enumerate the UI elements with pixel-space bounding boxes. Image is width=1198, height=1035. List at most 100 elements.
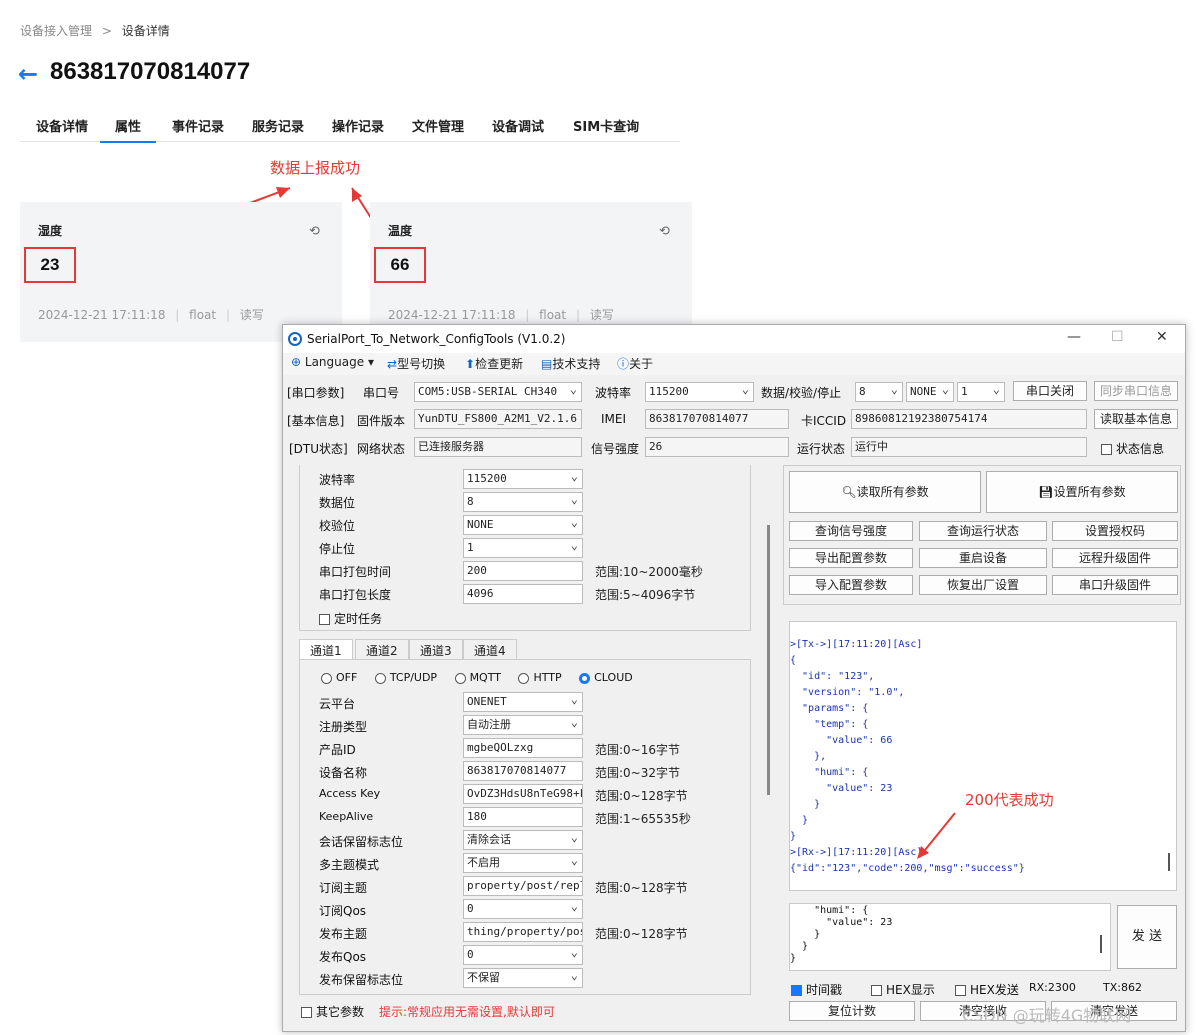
tab-event-records[interactable]: 事件记录 [172,116,224,135]
tab-operation-records[interactable]: 操作记录 [332,116,384,135]
stopbits-select[interactable]: 1 [957,382,1005,402]
maximize-icon[interactable]: ☐ [1111,329,1124,345]
tab-properties[interactable]: 属性 [100,116,156,143]
reboot-device-button[interactable]: 重启设备 [919,548,1047,568]
serial-parity-select[interactable]: NONE [463,515,583,535]
minimize-icon[interactable]: — [1067,329,1081,345]
breadcrumb: 设备接入管理 > 设备详情 [20,22,170,39]
publish-qos-select[interactable]: 0 [463,945,583,965]
import-config-button[interactable]: 导入配置参数 [789,575,913,595]
breadcrumb-current: 设备详情 [121,24,170,38]
menu-language[interactable]: ⊕ Language ▾ [291,355,374,369]
tab-device-debug[interactable]: 设备调试 [492,116,544,135]
sync-serial-button[interactable]: 同步串口信息 [1094,381,1178,401]
tab-channel-3[interactable]: 通道3 [409,639,463,659]
pack-time-label: 串口打包时间 [319,565,392,579]
multi-topic-select[interactable]: 不启用 [463,853,583,873]
radio-off[interactable]: OFF [321,671,357,684]
serial-data-label: 数据位 [319,496,356,510]
timestamp-checkbox[interactable]: 时间戳 [791,981,842,998]
query-run-status-button[interactable]: 查询运行状态 [919,521,1047,541]
back-arrow-icon[interactable]: ← [18,60,38,88]
left-scrollbar[interactable] [767,525,770,795]
access-key-input[interactable]: OvDZ3HdsU8nTeG98+k= [463,784,583,804]
serial-baud-select[interactable]: 115200 [463,469,583,489]
tab-channel-1[interactable]: 通道1 [299,639,353,659]
export-config-button[interactable]: 导出配置参数 [789,548,913,568]
baud-select[interactable]: 115200 [645,382,754,402]
set-auth-code-button[interactable]: 设置授权码 [1052,521,1178,541]
read-all-params-button[interactable]: 🔍︎读取所有参数 [789,471,981,513]
imei-label: IMEI [601,412,627,426]
databits-select[interactable]: 8 [855,382,903,402]
serial-close-button[interactable]: 串口关闭 [1013,381,1087,401]
config-tool-window: SerialPort_To_Network_ConfigTools (V1.0.… [282,324,1186,1032]
publish-topic-input[interactable]: thing/property/post [463,922,583,942]
channel-tabs: 通道1 通道2 通道3 通道4 [299,639,751,661]
history-icon[interactable]: ⟲ [659,224,670,239]
multi-topic-label: 多主题模式 [319,858,380,872]
tab-channel-2[interactable]: 通道2 [355,639,409,659]
access-key-label: Access Key [319,787,381,800]
session-flag-label: 会话保留标志位 [319,835,404,849]
pack-len-input[interactable]: 4096 [463,584,583,604]
property-card-humidity: 湿度 ⟲ 23 2024-12-21 17:11:18 | float | 读写 [20,202,342,342]
device-name-input[interactable]: 863817070814077 [463,761,583,781]
send-button[interactable]: 发 送 [1117,905,1177,969]
reset-count-button[interactable]: 复位计数 [789,1001,915,1021]
radio-tcp-udp[interactable]: TCP/UDP [374,671,437,684]
run-status-label: 运行状态 [797,442,846,456]
rx-count: RX:2300 [1029,981,1076,994]
window-title: SerialPort_To_Network_ConfigTools (V1.0.… [307,332,566,346]
menu-model-switch[interactable]: ⇄型号切换 [387,355,445,372]
serial-parity-label: 校验位 [319,519,356,533]
radio-http[interactable]: HTTP [518,671,562,684]
signal-label: 信号强度 [591,442,640,456]
log-scrollbar[interactable] [1168,853,1170,871]
tab-service-records[interactable]: 服务记录 [252,116,304,135]
tab-file-management[interactable]: 文件管理 [412,116,464,135]
session-flag-select[interactable]: 清除会话 [463,830,583,850]
pack-time-input[interactable]: 200 [463,561,583,581]
other-params-checkbox[interactable]: 其它参数 [301,1003,364,1020]
card-title: 湿度 [38,224,63,238]
subscribe-topic-input[interactable]: property/post/reply [463,876,583,896]
parity-select[interactable]: NONE [906,382,954,402]
reg-type-select[interactable]: 自动注册 [463,715,583,735]
hex-display-checkbox[interactable]: HEX显示 [871,981,935,998]
menu-check-update[interactable]: ⬆检查更新 [465,355,523,372]
serial-stop-select[interactable]: 1 [463,538,583,558]
publish-retain-select[interactable]: 不保留 [463,968,583,988]
pack-len-range: 范围:5~4096字节 [595,588,696,602]
read-basic-info-button[interactable]: 读取基本信息 [1094,409,1178,429]
set-all-params-button[interactable]: 💾︎设置所有参数 [986,471,1178,513]
query-signal-button[interactable]: 查询信号强度 [789,521,913,541]
port-select[interactable]: COM5:USB-SERIAL CH340 [414,382,582,402]
timer-task-checkbox[interactable]: 定时任务 [319,610,382,627]
status-info-checkbox[interactable]: 状态信息 [1101,440,1164,457]
tab-device-details[interactable]: 设备详情 [36,116,88,135]
send-scrollbar[interactable] [1100,935,1102,953]
subscribe-qos-select[interactable]: 0 [463,899,583,919]
menu-tech-support[interactable]: ▤技术支持 [541,355,600,372]
menu-about[interactable]: ⓘ关于 [617,355,653,372]
serial-data-select[interactable]: 8 [463,492,583,512]
remote-upgrade-button[interactable]: 远程升级固件 [1052,548,1178,568]
close-icon[interactable]: ✕ [1156,329,1168,345]
hex-send-checkbox[interactable]: HEX发送 [955,981,1019,998]
tab-channel-4[interactable]: 通道4 [463,639,517,659]
radio-cloud[interactable]: CLOUD [579,671,633,684]
history-icon[interactable]: ⟲ [309,224,320,239]
breadcrumb-parent[interactable]: 设备接入管理 [20,24,92,38]
card-type: float [189,308,217,322]
platform-select[interactable]: ONENET [463,692,583,712]
reg-type-label: 注册类型 [319,720,368,734]
tab-sim-query[interactable]: SIM卡查询 [573,116,639,135]
firmware-label: 固件版本 [357,414,406,428]
factory-reset-button[interactable]: 恢复出厂设置 [919,575,1047,595]
keepalive-input[interactable]: 180 [463,807,583,827]
serial-upgrade-button[interactable]: 串口升级固件 [1052,575,1178,595]
radio-mqtt[interactable]: MQTT [454,671,501,684]
product-id-input[interactable]: mgbeQOLzxg [463,738,583,758]
hint-text: 提示:常规应用无需设置,默认即可 [379,1005,555,1019]
